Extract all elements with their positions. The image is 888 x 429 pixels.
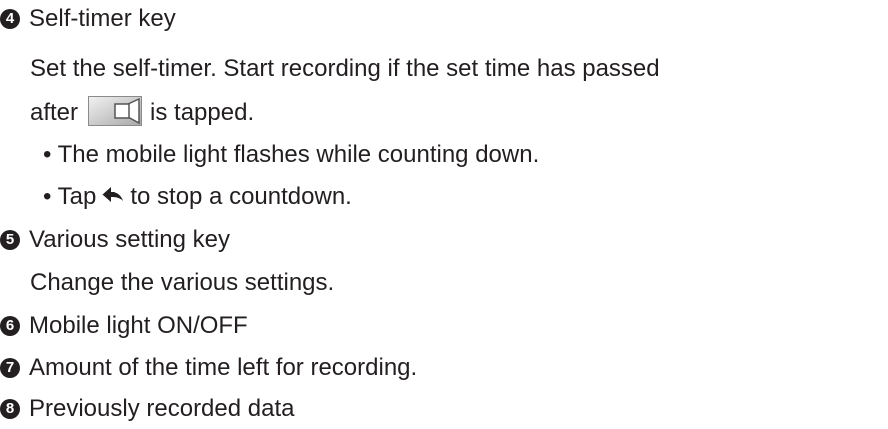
item-heading-self-timer: 4 Self-timer key [0, 4, 176, 34]
item-heading-various-setting: 5 Various setting key [0, 225, 230, 255]
item-heading-recorded-data: 8 Previously recorded data [0, 394, 294, 424]
item-heading-mobile-light: 6 Mobile light ON/OFF [0, 311, 248, 341]
item-title: Mobile light ON/OFF [29, 312, 248, 339]
item-description-line2: after is tapped. [30, 96, 254, 134]
bullet-text: • Tap [43, 183, 97, 210]
video-camera-key-icon [88, 96, 143, 134]
bullet-item: • The mobile light flashes while countin… [43, 141, 540, 168]
item-number: 5 [0, 230, 20, 250]
bullet-text: to stop a countdown. [130, 183, 352, 210]
item-heading-time-left: 7 Amount of the time left for recording. [0, 353, 417, 383]
item-number: 6 [0, 316, 20, 336]
item-title: Previously recorded data [29, 395, 295, 422]
item-description: Change the various settings. [30, 269, 335, 296]
bullet-item: • Tap to stop a countdown. [43, 182, 352, 214]
item-description: Set the self-timer. Start recording if t… [30, 55, 660, 82]
manual-section: 4 Self-timer key Set the self-timer. Sta… [0, 0, 888, 429]
description-text: is tapped. [150, 99, 255, 126]
item-title: Self-timer key [29, 5, 176, 32]
item-number: 7 [0, 358, 20, 378]
back-arrow-icon [102, 184, 124, 214]
description-text: after [30, 99, 79, 126]
item-title: Amount of the time left for recording. [29, 354, 418, 381]
item-title: Various setting key [29, 226, 230, 253]
item-number: 4 [0, 9, 20, 29]
item-number: 8 [0, 399, 20, 419]
